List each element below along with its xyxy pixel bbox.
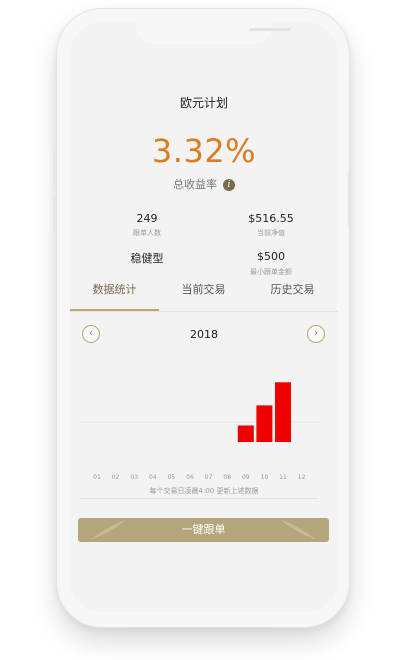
- tab-history-trades[interactable]: 历史交易: [248, 280, 337, 308]
- app-screen: 欧元计划 3.32% 总收益率 i 249 跟单人数 $516.55 当前净值 稳…: [70, 22, 338, 612]
- month-label-06: 06: [186, 474, 194, 481]
- chart-year: 2018: [190, 328, 218, 341]
- min-follow-amount: $500: [257, 250, 285, 263]
- follow-button-label: 一键跟单: [181, 523, 226, 536]
- feather-icon: [90, 520, 126, 540]
- month-label-08: 08: [223, 474, 231, 481]
- month-label-11: 11: [279, 474, 287, 481]
- monthly-bar-chart: 01 02 03 04 05 06 07 08 09 10 11 12: [80, 382, 320, 481]
- phone-side-button: [53, 150, 56, 186]
- tab-bar: 数据统计 当前交易 历史交易: [70, 280, 338, 312]
- phone-notch: [136, 22, 291, 44]
- current-net-value-label: 当前净值: [257, 229, 285, 237]
- month-label-05: 05: [168, 474, 176, 481]
- tab-data-stats[interactable]: 数据统计: [70, 280, 159, 308]
- total-return-value: 3.32%: [151, 132, 257, 170]
- bar-09: [237, 425, 254, 442]
- active-tab-indicator: [70, 309, 159, 311]
- bar-10: [256, 405, 273, 442]
- tab-current-trades[interactable]: 当前交易: [159, 280, 248, 308]
- month-label-01: 01: [93, 474, 101, 481]
- risk-type: 稳健型: [130, 252, 164, 265]
- tab-divider: [70, 311, 338, 312]
- follower-count: 249: [136, 212, 158, 225]
- month-label-07: 07: [205, 474, 213, 481]
- month-label-12: 12: [298, 474, 306, 481]
- month-label-04: 04: [149, 474, 157, 481]
- total-return-label: 总收益率: [173, 178, 217, 191]
- follow-button[interactable]: 一键跟单: [78, 518, 329, 542]
- feather-icon: [281, 520, 317, 540]
- bar-11: [275, 382, 291, 442]
- note-divider: [80, 498, 318, 499]
- min-follow-amount-label: 最小跟单金额: [250, 268, 292, 276]
- page-title: 欧元计划: [179, 96, 228, 110]
- month-label-02: 02: [112, 474, 120, 481]
- current-net-value: $516.55: [248, 212, 294, 225]
- month-label-03: 03: [130, 474, 138, 481]
- month-label-10: 10: [261, 474, 269, 481]
- total-return-label-row: 总收益率 i: [70, 176, 338, 192]
- phone-power-button: [348, 170, 351, 226]
- info-icon[interactable]: i: [223, 179, 235, 191]
- chevron-right-icon[interactable]: ›: [307, 325, 325, 343]
- phone-side-button: [53, 196, 56, 232]
- update-note: 每个交易日凌晨4:00 更新上述数据: [149, 487, 259, 495]
- follower-count-label: 跟单人数: [133, 229, 161, 237]
- month-label-09: 09: [242, 474, 250, 481]
- speaker-grille: [249, 28, 291, 31]
